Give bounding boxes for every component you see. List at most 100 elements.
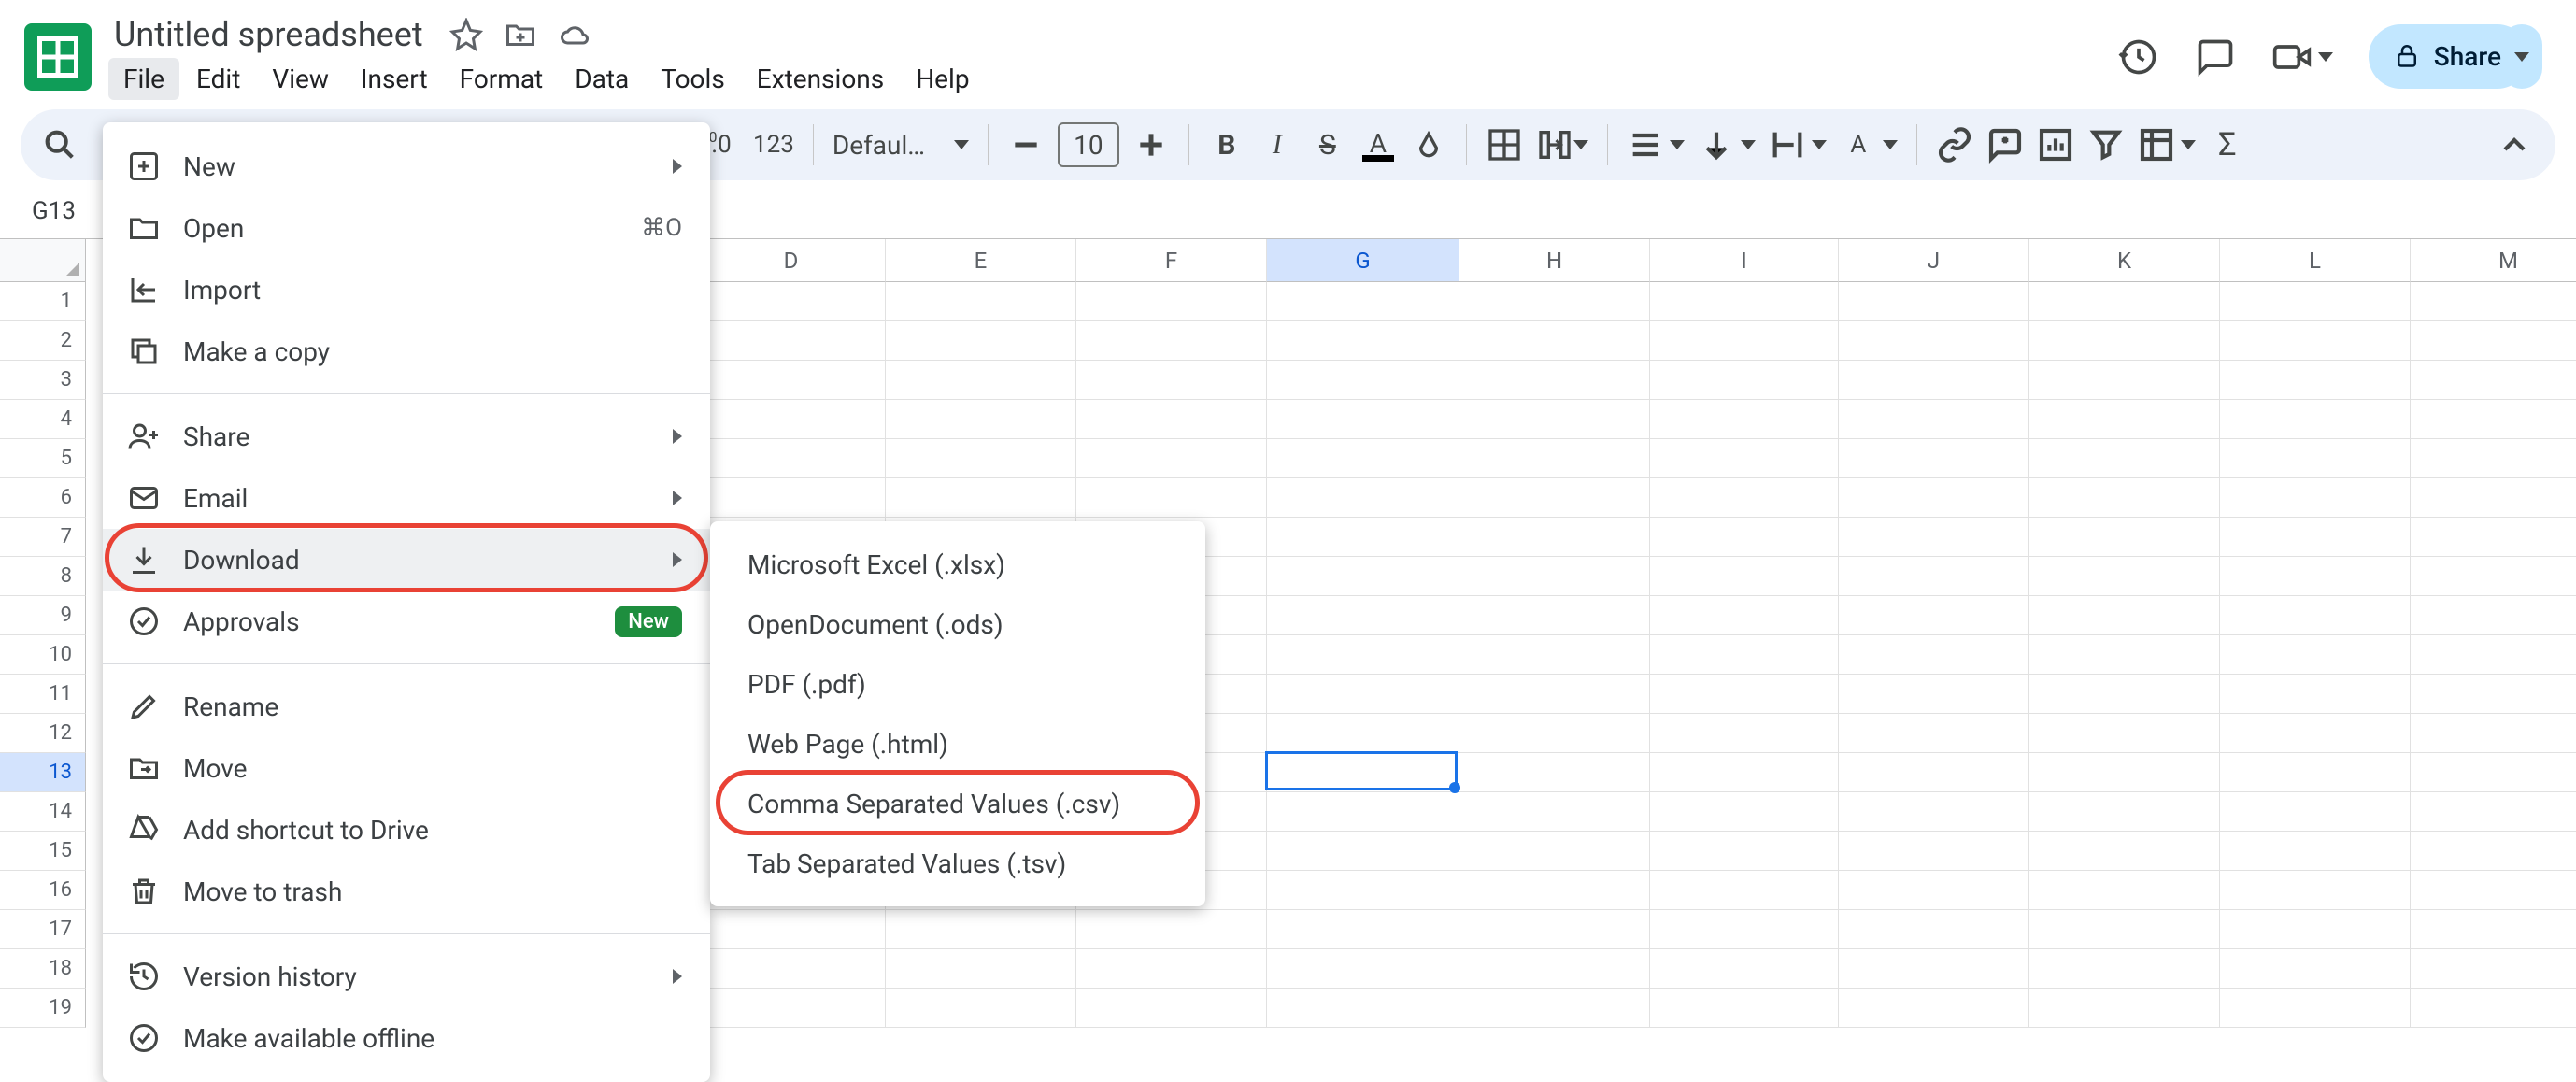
cell[interactable]: [2029, 321, 2220, 361]
row-header[interactable]: 9: [0, 596, 86, 635]
cell[interactable]: [1267, 439, 1459, 478]
row-header[interactable]: 19: [0, 989, 86, 1028]
cell[interactable]: [1650, 400, 1839, 439]
row-header[interactable]: 1: [0, 282, 86, 321]
cell[interactable]: [697, 949, 886, 989]
cell[interactable]: [1839, 557, 2029, 596]
cell[interactable]: [1459, 478, 1650, 518]
cell[interactable]: [1650, 478, 1839, 518]
cloud-status-icon[interactable]: [558, 18, 591, 51]
cell[interactable]: [1459, 910, 1650, 949]
insert-link-button[interactable]: [1936, 126, 1973, 164]
cell[interactable]: [886, 439, 1076, 478]
cell[interactable]: [1839, 753, 2029, 792]
cell[interactable]: [1267, 714, 1459, 753]
file-menu-share[interactable]: Share: [103, 406, 710, 467]
column-header[interactable]: L: [2220, 239, 2411, 282]
cell[interactable]: [2029, 361, 2220, 400]
column-header[interactable]: F: [1076, 239, 1267, 282]
cell[interactable]: [1076, 910, 1267, 949]
cell[interactable]: [2411, 871, 2576, 910]
cell[interactable]: [1650, 361, 1839, 400]
cell[interactable]: [1267, 832, 1459, 871]
cell[interactable]: [1459, 439, 1650, 478]
comments-icon[interactable]: [2195, 36, 2236, 78]
cell[interactable]: [2411, 910, 2576, 949]
file-menu-move[interactable]: Move: [103, 737, 710, 799]
cell[interactable]: [1839, 321, 2029, 361]
row-header[interactable]: 3: [0, 361, 86, 400]
download-option[interactable]: Web Page (.html): [710, 714, 1205, 774]
cell[interactable]: [2029, 910, 2220, 949]
cell[interactable]: [2220, 321, 2411, 361]
cell[interactable]: [2029, 518, 2220, 557]
file-menu-new[interactable]: New: [103, 135, 710, 197]
row-header[interactable]: 7: [0, 518, 86, 557]
cell[interactable]: [1459, 753, 1650, 792]
cell[interactable]: [1650, 792, 1839, 832]
file-menu-version-history[interactable]: Version history: [103, 946, 710, 1007]
cell[interactable]: [1267, 635, 1459, 675]
cell[interactable]: [1650, 753, 1839, 792]
cell[interactable]: [1459, 596, 1650, 635]
menu-help[interactable]: Help: [901, 58, 984, 100]
cell[interactable]: [1459, 871, 1650, 910]
cell[interactable]: [1839, 439, 2029, 478]
cell[interactable]: [886, 321, 1076, 361]
cell[interactable]: [2411, 400, 2576, 439]
cell[interactable]: [1839, 792, 2029, 832]
download-option[interactable]: Tab Separated Values (.tsv): [710, 833, 1205, 893]
row-header[interactable]: 12: [0, 714, 86, 753]
font-family-select[interactable]: Defaul…: [833, 130, 945, 161]
cell[interactable]: [1267, 753, 1459, 792]
cell[interactable]: [1650, 910, 1839, 949]
borders-button[interactable]: [1486, 126, 1523, 164]
filter-button[interactable]: [2087, 126, 2125, 164]
menu-data[interactable]: Data: [560, 58, 644, 100]
decrease-font-size-button[interactable]: [1007, 126, 1045, 164]
search-menus-icon[interactable]: [41, 126, 78, 164]
cell[interactable]: [1839, 871, 2029, 910]
cell[interactable]: [1459, 557, 1650, 596]
menu-view[interactable]: View: [257, 58, 344, 100]
row-header[interactable]: 18: [0, 949, 86, 989]
meet-dropdown-icon[interactable]: [2318, 52, 2333, 62]
column-header[interactable]: K: [2029, 239, 2220, 282]
halign-dropdown-icon[interactable]: [1670, 140, 1685, 149]
cell[interactable]: [1459, 832, 1650, 871]
file-menu-rename[interactable]: Rename: [103, 676, 710, 737]
text-rotation-button[interactable]: A: [1840, 126, 1877, 164]
cell[interactable]: [2220, 949, 2411, 989]
cell[interactable]: [697, 989, 886, 1028]
sheets-logo[interactable]: [24, 23, 92, 91]
cell[interactable]: [2220, 361, 2411, 400]
cell[interactable]: [1650, 557, 1839, 596]
name-box[interactable]: G13: [21, 192, 87, 231]
cell[interactable]: [2029, 753, 2220, 792]
cell[interactable]: [2411, 439, 2576, 478]
cell[interactable]: [2411, 361, 2576, 400]
cell[interactable]: [1459, 989, 1650, 1028]
select-all-corner[interactable]: [0, 239, 86, 282]
cell[interactable]: [2411, 753, 2576, 792]
cell[interactable]: [2029, 282, 2220, 321]
horizontal-align-button[interactable]: [1627, 126, 1664, 164]
cell[interactable]: [886, 910, 1076, 949]
file-menu-import[interactable]: Import: [103, 259, 710, 320]
cell[interactable]: [1650, 518, 1839, 557]
cell[interactable]: [1650, 596, 1839, 635]
cell[interactable]: [2220, 478, 2411, 518]
column-header[interactable]: I: [1650, 239, 1839, 282]
cell[interactable]: [1076, 989, 1267, 1028]
cell[interactable]: [1076, 439, 1267, 478]
cell[interactable]: [1459, 400, 1650, 439]
cell[interactable]: [1459, 675, 1650, 714]
download-option[interactable]: OpenDocument (.ods): [710, 594, 1205, 654]
cell[interactable]: [1076, 949, 1267, 989]
row-header[interactable]: 13: [0, 753, 86, 792]
menu-extensions[interactable]: Extensions: [742, 58, 899, 100]
cell[interactable]: [886, 400, 1076, 439]
cell[interactable]: [2220, 557, 2411, 596]
functions-button[interactable]: Σ: [2209, 126, 2246, 164]
font-family-dropdown-icon[interactable]: [954, 140, 969, 149]
